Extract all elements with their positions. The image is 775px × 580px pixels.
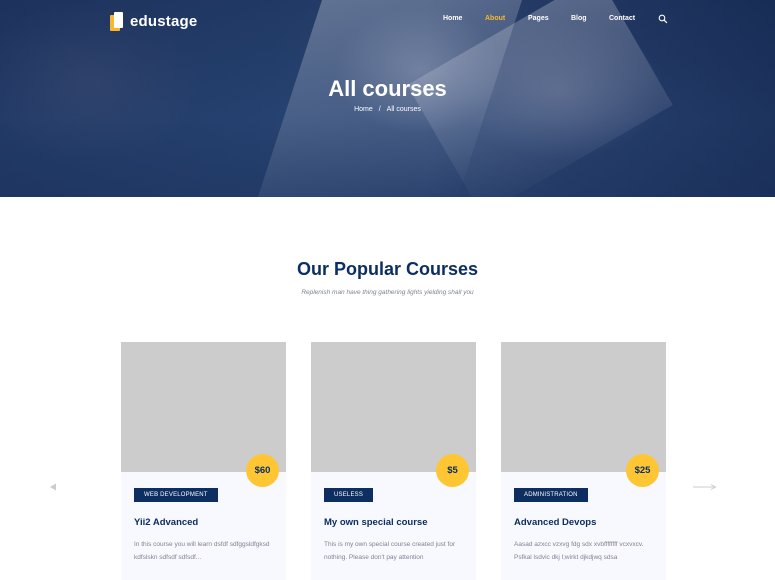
top-navbar: edustage Home About Pages Blog Contact: [0, 0, 775, 42]
search-icon[interactable]: [658, 14, 668, 24]
page-title: All courses: [328, 76, 447, 101]
nav-item-home[interactable]: Home: [443, 15, 462, 22]
arrow-left-icon[interactable]: [48, 482, 58, 492]
nav-item-about[interactable]: About: [485, 15, 505, 22]
nav-item-blog[interactable]: Blog: [571, 15, 587, 22]
category-tag[interactable]: ADMINISTRATION: [514, 488, 588, 502]
breadcrumb-current: All courses: [386, 106, 421, 113]
course-card[interactable]: $25 ADMINISTRATION Advanced Devops Aasad…: [501, 342, 666, 580]
course-description: Aasad azxcc vzxvg fdg sdx xvbffffffff vc…: [514, 541, 644, 561]
course-image[interactable]: [501, 342, 666, 472]
section-title: Our Popular Courses: [296, 259, 479, 279]
breadcrumb: Home / All courses: [0, 106, 775, 113]
breadcrumb-separator: /: [378, 106, 381, 113]
price-badge: $60: [246, 454, 279, 487]
logo[interactable]: edustage: [110, 12, 197, 31]
category-tag[interactable]: WEB DEVELOPMENT: [134, 488, 218, 502]
course-description: This is my own special course created ju…: [324, 541, 456, 561]
nav-item-pages[interactable]: Pages: [528, 15, 549, 22]
nav-item-contact[interactable]: Contact: [609, 15, 635, 22]
logo-icon: [110, 12, 123, 31]
course-description: In this course you will learn dsfdf sdfg…: [134, 541, 270, 561]
category-tag[interactable]: USELESS: [324, 488, 374, 502]
course-title[interactable]: My own special course: [324, 517, 427, 528]
course-image[interactable]: [311, 342, 476, 472]
arrow-right-icon[interactable]: [692, 483, 718, 491]
section-subtitle: Replenish man have thing gathering light…: [301, 289, 474, 296]
course-title[interactable]: Yii2 Advanced: [134, 517, 198, 528]
course-title[interactable]: Advanced Devops: [514, 517, 596, 528]
breadcrumb-home[interactable]: Home: [354, 106, 373, 113]
price-badge: $25: [626, 454, 659, 487]
course-card[interactable]: $60 WEB DEVELOPMENT Yii2 Advanced In thi…: [121, 342, 286, 580]
course-card[interactable]: $5 USELESS My own special course This is…: [311, 342, 476, 580]
course-image[interactable]: [121, 342, 286, 472]
price-badge: $5: [436, 454, 469, 487]
logo-text: edustage: [130, 13, 198, 30]
